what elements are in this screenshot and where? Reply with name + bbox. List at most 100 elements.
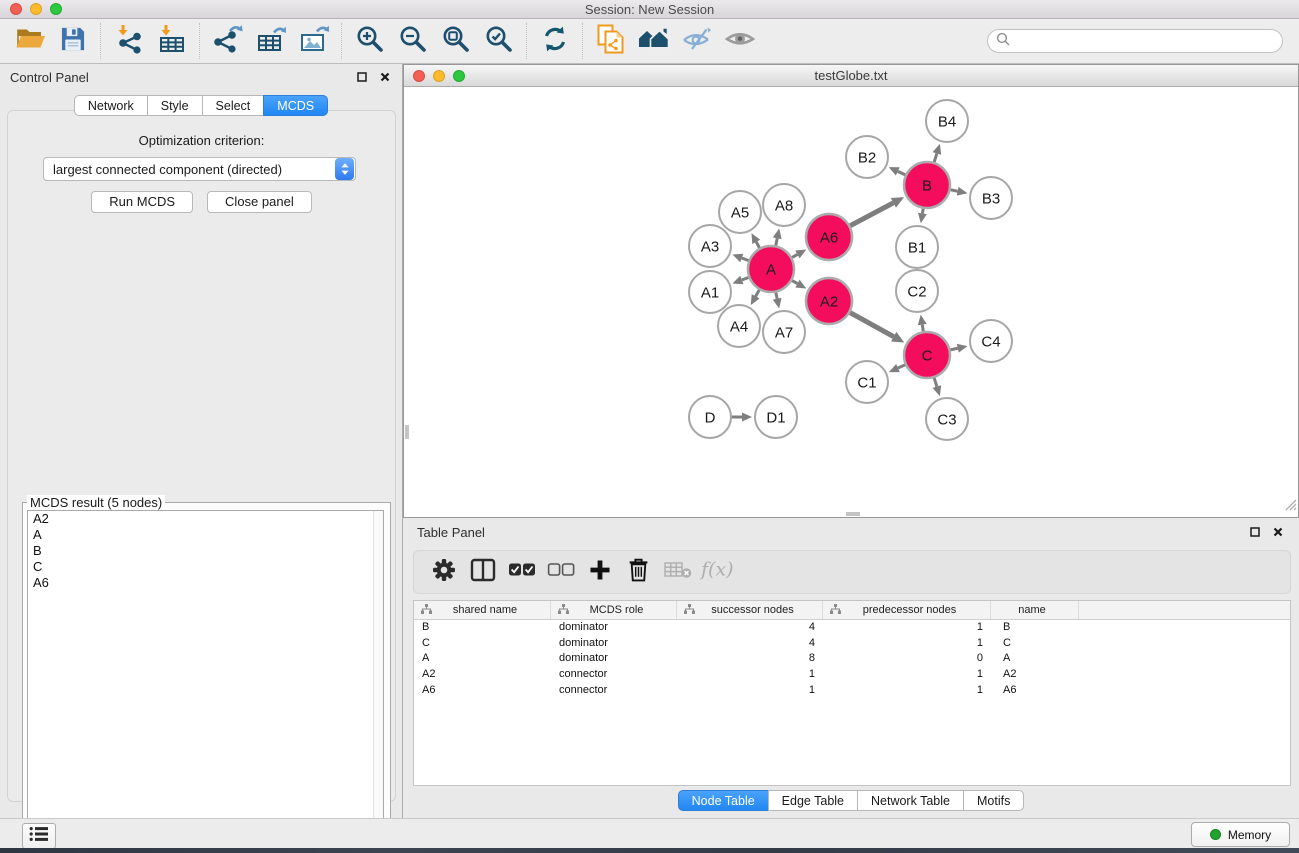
column-header-MCDS-role[interactable]: MCDS role — [551, 601, 677, 619]
table-cell[interactable]: dominator — [551, 651, 677, 667]
table-cell[interactable]: 4 — [677, 620, 823, 636]
horizontal-scroll-thumb[interactable] — [846, 512, 860, 516]
table-cell[interactable]: 1 — [823, 636, 991, 652]
table-row[interactable]: Cdominator41C — [414, 636, 1290, 652]
graph-node-c2[interactable]: C2 — [896, 270, 938, 312]
network-canvas[interactable]: B4B2BB3A8A5A6A3B1AA1C2A2A4A7C4CC1C3DD1 — [404, 87, 1298, 517]
graph-node-d[interactable]: D — [689, 396, 731, 438]
select-all-checks-button[interactable] — [502, 553, 541, 591]
tab-network-table[interactable]: Network Table — [857, 790, 964, 811]
zoom-selected-button[interactable] — [477, 22, 520, 60]
tab-network[interactable]: Network — [74, 95, 148, 116]
table-cell[interactable]: 8 — [677, 651, 823, 667]
column-header-predecessor-nodes[interactable]: predecessor nodes — [823, 601, 991, 619]
search-box[interactable] — [987, 29, 1283, 53]
table-cell[interactable]: B — [414, 620, 551, 636]
graph-node-a6[interactable]: A6 — [806, 214, 852, 260]
tab-mcds[interactable]: MCDS — [263, 95, 328, 116]
tab-node-table[interactable]: Node Table — [678, 790, 769, 811]
tab-style[interactable]: Style — [147, 95, 203, 116]
show-all-button[interactable] — [718, 22, 761, 60]
table-cell[interactable]: A2 — [991, 667, 1079, 683]
table-cell[interactable]: A6 — [991, 683, 1079, 699]
graph-node-a1[interactable]: A1 — [689, 271, 731, 313]
network-documents-button[interactable] — [589, 22, 632, 60]
graph-node-c[interactable]: C — [904, 332, 950, 378]
graph-node-d1[interactable]: D1 — [755, 396, 797, 438]
graph-node-a3[interactable]: A3 — [689, 225, 731, 267]
graph-edge[interactable] — [949, 348, 957, 350]
table-cell[interactable]: 0 — [823, 651, 991, 667]
graph-node-a[interactable]: A — [748, 246, 794, 292]
graph-edge[interactable] — [898, 364, 906, 368]
resize-grip-icon[interactable] — [1283, 497, 1297, 516]
minimize-window-button[interactable] — [30, 3, 42, 15]
save-session-button[interactable] — [51, 22, 94, 60]
table-cell[interactable]: dominator — [551, 620, 677, 636]
clear-checks-button[interactable] — [541, 553, 580, 591]
open-session-button[interactable] — [8, 22, 51, 60]
table-cell[interactable]: 1 — [823, 683, 991, 699]
graph-node-c3[interactable]: C3 — [926, 398, 968, 440]
close-panel-icon[interactable] — [378, 70, 392, 84]
graph-edge[interactable] — [849, 203, 893, 226]
table-cell[interactable]: C — [991, 636, 1079, 652]
import-table-button[interactable] — [150, 22, 193, 60]
graph-node-b4[interactable]: B4 — [926, 100, 968, 142]
column-header-name[interactable]: name — [991, 601, 1079, 619]
vertical-scroll-thumb[interactable] — [405, 425, 409, 439]
optimization-criterion-dropdown[interactable]: largest connected component (directed) — [43, 157, 356, 181]
graph-node-a8[interactable]: A8 — [763, 184, 805, 226]
settings-button[interactable] — [424, 553, 463, 591]
graph-edge[interactable] — [934, 377, 937, 387]
mcds-result-item[interactable]: C — [28, 559, 383, 575]
table-float-panel-icon[interactable] — [1248, 525, 1262, 539]
table-row[interactable]: Bdominator41B — [414, 620, 1290, 636]
table-row[interactable]: A2connector11A2 — [414, 667, 1290, 683]
graph-node-b1[interactable]: B1 — [896, 226, 938, 268]
refresh-button[interactable] — [533, 22, 576, 60]
graph-edge[interactable] — [849, 312, 894, 337]
graph-node-a5[interactable]: A5 — [719, 191, 761, 233]
column-header-shared-name[interactable]: shared name — [414, 601, 551, 619]
table-cell[interactable]: A2 — [414, 667, 551, 683]
table-cell[interactable]: connector — [551, 667, 677, 683]
add-row-button[interactable] — [580, 553, 619, 591]
table-row[interactable]: Adominator80A — [414, 651, 1290, 667]
table-cell[interactable]: B — [991, 620, 1079, 636]
graph-node-c4[interactable]: C4 — [970, 320, 1012, 362]
float-panel-icon[interactable] — [355, 70, 369, 84]
network-close-button[interactable] — [413, 70, 425, 82]
graph-node-a7[interactable]: A7 — [763, 311, 805, 353]
table-cell[interactable]: connector — [551, 683, 677, 699]
table-cell[interactable]: 1 — [823, 620, 991, 636]
graph-edge[interactable] — [898, 171, 906, 175]
tab-motifs[interactable]: Motifs — [963, 790, 1024, 811]
table-close-panel-icon[interactable] — [1271, 525, 1285, 539]
network-minimize-button[interactable] — [433, 70, 445, 82]
memory-button[interactable]: Memory — [1191, 822, 1290, 847]
home-button[interactable] — [632, 22, 675, 60]
graph-node-a2[interactable]: A2 — [806, 278, 852, 324]
zoom-out-button[interactable] — [391, 22, 434, 60]
tab-edge-table[interactable]: Edge Table — [768, 790, 858, 811]
graph-node-b2[interactable]: B2 — [846, 136, 888, 178]
table-cell[interactable]: A — [414, 651, 551, 667]
graph-node-b[interactable]: B — [904, 162, 950, 208]
table-cell[interactable]: C — [414, 636, 551, 652]
graph-edge[interactable] — [934, 153, 937, 163]
table-row[interactable]: A6connector11A6 — [414, 683, 1290, 699]
close-window-button[interactable] — [10, 3, 22, 15]
close-panel-button[interactable]: Close panel — [207, 191, 312, 213]
hide-selected-button[interactable] — [675, 22, 718, 60]
zoom-fit-button[interactable] — [434, 22, 477, 60]
graph-node-c1[interactable]: C1 — [846, 361, 888, 403]
table-cell[interactable]: 1 — [677, 667, 823, 683]
task-history-button[interactable] — [22, 823, 56, 849]
table-cell[interactable]: 1 — [677, 683, 823, 699]
table-cell[interactable]: dominator — [551, 636, 677, 652]
zoom-window-button[interactable] — [50, 3, 62, 15]
export-image-button[interactable] — [292, 22, 335, 60]
mcds-result-item[interactable]: A — [28, 527, 383, 543]
import-network-button[interactable] — [107, 22, 150, 60]
